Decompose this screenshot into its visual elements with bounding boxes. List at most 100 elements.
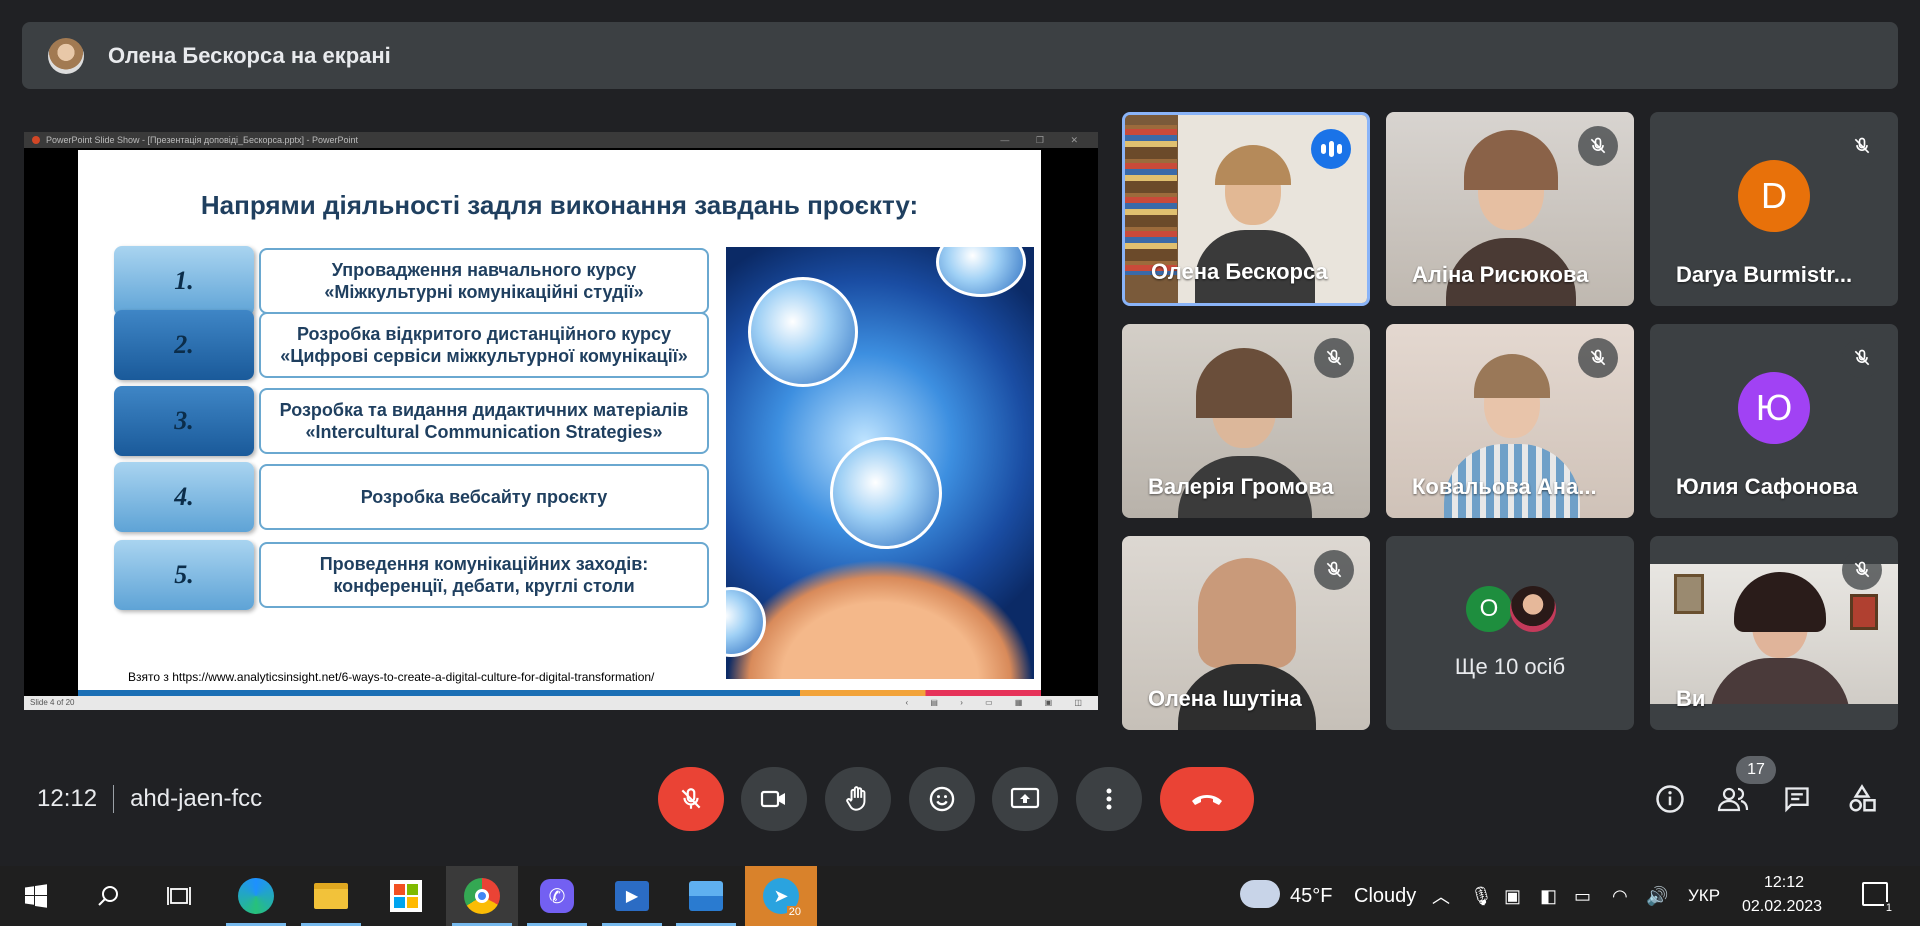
search-icon [98, 886, 118, 906]
mic-off-icon [1842, 126, 1882, 166]
shoulders-shape [1710, 658, 1850, 704]
chat-icon [1785, 787, 1809, 813]
meeting-info: 12:12 ahd-jaen-fcc [37, 785, 262, 813]
participant-name: Олена Ішутіна [1148, 686, 1302, 711]
participant-name: Darya Burmistr... [1676, 262, 1853, 287]
mic-off-icon [1842, 550, 1882, 590]
video-icon: ▶ [615, 881, 649, 911]
slide-item-text: Розробка та видання дидактичних матеріал… [259, 388, 709, 454]
bubble-globe-shape [748, 277, 858, 387]
leave-call-button[interactable] [1160, 767, 1254, 831]
taskbar-telegram[interactable]: ➤ 20 [745, 866, 817, 926]
hair-shape [1215, 145, 1291, 185]
weather-text[interactable]: Cloudy [1354, 866, 1416, 926]
tray-chevron-icon[interactable]: ︿ [1432, 866, 1450, 926]
meeting-time: 12:12 [37, 785, 98, 812]
more-vert-icon [1106, 788, 1112, 810]
participant-tile[interactable]: Ю Юлия Сафонова [1650, 324, 1898, 518]
participant-tile[interactable]: Аліна Рисюкова [1386, 112, 1634, 306]
mic-toggle-button[interactable] [658, 767, 724, 831]
participant-initial: О [1466, 586, 1512, 632]
reactions-button[interactable] [909, 767, 975, 831]
task-view-icon [167, 887, 191, 905]
participant-name: Ковальова Ана... [1412, 474, 1597, 499]
mic-off-icon [1314, 550, 1354, 590]
slide-item-1: Упровадження навчального курсу «Міжкульт… [114, 246, 714, 316]
language-indicator[interactable]: УКР [1688, 866, 1720, 926]
more-options-button[interactable] [1076, 767, 1142, 831]
hair-shape [1198, 558, 1296, 668]
slide-item-2: Розробка відкритого дистанційного курсу … [114, 310, 714, 380]
chat-button[interactable] [1780, 782, 1814, 816]
shared-screen: PowerPoint Slide Show - [Презентація доп… [24, 132, 1098, 710]
volume-icon[interactable]: 🔊 [1646, 866, 1668, 926]
store-icon [390, 880, 422, 912]
participant-tile[interactable]: D Darya Burmistr... [1650, 112, 1898, 306]
search-button[interactable] [72, 866, 144, 926]
bookshelf-shape [1125, 125, 1177, 275]
start-button[interactable] [0, 866, 72, 926]
more-participants-tile[interactable]: О Ще 10 осіб [1386, 536, 1634, 730]
taskbar-viber[interactable]: ✆ [521, 866, 593, 926]
notifications-count: 1 [1883, 902, 1894, 914]
slide-item-4: Розробка вебсайту проєкту 4. [114, 462, 714, 532]
raise-hand-button[interactable] [825, 767, 891, 831]
mic-off-icon [1578, 126, 1618, 166]
screen-capture-icon[interactable]: ▣ [1504, 866, 1521, 926]
slide-item-3: Розробка та видання дидактичних матеріал… [114, 386, 714, 456]
taskbar-date[interactable]: 02.02.2023 [1742, 898, 1822, 916]
speaking-indicator-icon [1311, 129, 1351, 169]
people-button[interactable] [1716, 782, 1750, 816]
viber-icon: ✆ [540, 879, 574, 913]
participant-name: Валерія Громова [1148, 474, 1334, 499]
hair-shape [1474, 354, 1550, 398]
divider [113, 785, 115, 813]
self-tile[interactable]: Ви [1650, 536, 1898, 730]
activities-button[interactable] [1845, 782, 1879, 816]
telegram-badge: 20 [786, 906, 803, 918]
slideshow-nav-icons: ‹ ▤ › ▭ ▦ ▣ ◫ [905, 698, 1092, 707]
shared-window-titlebar: PowerPoint Slide Show - [Презентація доп… [24, 132, 1098, 148]
window-controls: — ❐ ✕ [1000, 134, 1090, 145]
battery-icon[interactable]: ▭ [1574, 866, 1591, 926]
participant-tile[interactable]: Валерія Громова [1122, 324, 1370, 518]
hair-shape [1734, 572, 1826, 632]
participant-tile[interactable]: Ковальова Ана... [1386, 324, 1634, 518]
emoji-icon [929, 786, 955, 812]
participant-tile[interactable]: Олена Ішутіна [1122, 536, 1370, 730]
present-icon [1010, 787, 1040, 809]
participant-name: Ви [1676, 686, 1706, 711]
camera-toggle-button[interactable] [741, 767, 807, 831]
shapes-icon [1849, 784, 1876, 812]
wall-picture-shape [1850, 594, 1878, 630]
windows-logo-icon [25, 884, 47, 908]
participant-tile-speaking[interactable]: Олена Бескорса [1122, 112, 1370, 306]
taskbar-store[interactable] [370, 866, 442, 926]
photos-icon [689, 881, 723, 911]
camera-icon [760, 790, 785, 808]
participant-initial: Ю [1738, 372, 1810, 445]
taskbar-file-explorer[interactable] [295, 866, 367, 926]
camera-tray-icon[interactable]: ◧ [1540, 866, 1557, 926]
weather-temp[interactable]: 45°F [1290, 866, 1332, 926]
microphone-tray-icon[interactable]: 🎙 [1470, 866, 1493, 926]
people-icon [1717, 787, 1749, 812]
presenter-banner-text: Олена Бескорса на екрані [108, 42, 391, 68]
meeting-details-button[interactable] [1653, 782, 1687, 816]
present-screen-button[interactable] [992, 767, 1058, 831]
slide-item-text: Розробка вебсайту проєкту [259, 464, 709, 530]
taskbar-chrome[interactable] [446, 866, 518, 926]
taskbar-video-editor[interactable]: ▶ [596, 866, 668, 926]
taskbar-time[interactable]: 12:12 [1764, 874, 1804, 892]
slide-item-text: Розробка відкритого дистанційного курсу … [259, 312, 709, 378]
notifications-icon[interactable]: 1 [1862, 882, 1894, 914]
slide-item-number: 5. [114, 540, 254, 610]
slide-item-number: 1. [114, 246, 254, 316]
task-view-button[interactable] [144, 866, 216, 926]
wifi-icon[interactable]: ◠ [1612, 866, 1628, 926]
windows-taskbar: ✆ ▶ ➤ 20 45°F Cloudy ︿ 🎙 ▣ ◧ ▭ ◠ 🔊 УКР 1… [0, 866, 1920, 926]
bubble-laptop-shape [830, 437, 942, 549]
taskbar-edge[interactable] [220, 866, 292, 926]
taskbar-photos[interactable] [670, 866, 742, 926]
shared-window-title: PowerPoint Slide Show - [Презентація доп… [46, 135, 359, 145]
